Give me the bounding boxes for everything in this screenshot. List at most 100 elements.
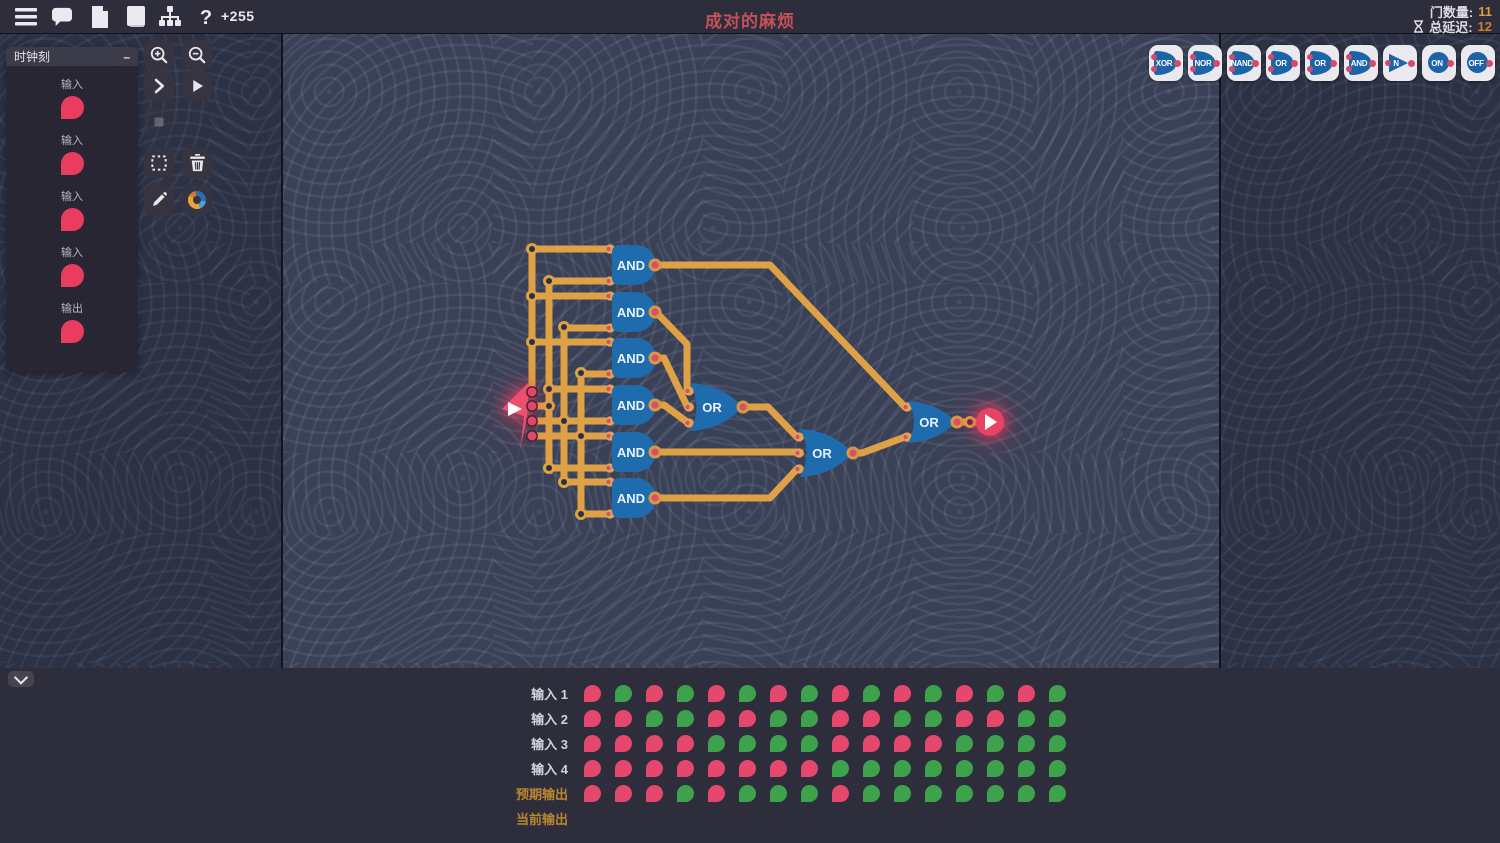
cell-on (801, 685, 818, 702)
cell-off (987, 710, 1004, 727)
cell-off (646, 735, 663, 752)
cell-off (801, 760, 818, 777)
row-cells (584, 685, 1066, 702)
logic-gates[interactable]: ANDANDANDANDANDANDOROROR (612, 245, 956, 518)
cell-on (956, 735, 973, 752)
cell-on (801, 710, 818, 727)
cell-on (1049, 735, 1066, 752)
truth-table-row: 当前输出 (500, 806, 1066, 831)
cell-off (615, 735, 632, 752)
cell-off (832, 685, 849, 702)
gate-label: AND (617, 398, 645, 413)
input-pins[interactable] (527, 387, 537, 441)
cell-off (646, 685, 663, 702)
cell-off (739, 760, 756, 777)
row-cells (584, 735, 1066, 752)
truth-table-row: 输入 3 (500, 731, 1066, 756)
row-label: 当前输出 (500, 809, 568, 828)
chevron-down-icon (14, 671, 28, 685)
wires[interactable] (532, 249, 984, 514)
cell-off (832, 785, 849, 802)
cell-on (894, 785, 911, 802)
gate-label: OR (702, 400, 722, 415)
cell-off (1018, 685, 1035, 702)
truth-table-row: 输入 1 (500, 681, 1066, 706)
cell-off (863, 710, 880, 727)
cell-off (677, 760, 694, 777)
cell-on (801, 735, 818, 752)
cell-off (584, 760, 601, 777)
cell-on (646, 710, 663, 727)
gate-label: OR (812, 446, 832, 461)
cell-on (956, 785, 973, 802)
cell-off (956, 710, 973, 727)
cell-on (863, 785, 880, 802)
cell-on (739, 685, 756, 702)
or-gate-3[interactable]: OR (908, 401, 956, 443)
truth-table-panel: 输入 1 输入 2 输入 3 输入 4预期输出当前输出 (0, 668, 1500, 843)
cell-off (584, 785, 601, 802)
row-label: 输入 3 (500, 734, 568, 753)
cell-on (925, 685, 942, 702)
cell-on (677, 685, 694, 702)
cell-off (615, 785, 632, 802)
cell-on (1049, 785, 1066, 802)
input-component[interactable] (502, 382, 529, 466)
cell-on (770, 785, 787, 802)
cell-off (646, 785, 663, 802)
output-component[interactable] (976, 408, 1004, 436)
cell-on (1049, 710, 1066, 727)
cell-on (677, 710, 694, 727)
cell-off (584, 685, 601, 702)
truth-table-row: 输入 4 (500, 756, 1066, 781)
cell-on (615, 685, 632, 702)
row-label: 输入 1 (500, 684, 568, 703)
cell-off (739, 710, 756, 727)
or-gate-2[interactable]: OR (800, 429, 852, 477)
cell-on (987, 685, 1004, 702)
row-label: 输入 2 (500, 709, 568, 728)
cell-on (956, 760, 973, 777)
cell-off (770, 760, 787, 777)
cell-on (1018, 760, 1035, 777)
cell-on (1018, 785, 1035, 802)
cell-off (863, 735, 880, 752)
gate-label: AND (617, 305, 645, 320)
cell-off (894, 685, 911, 702)
wire-junctions[interactable] (526, 243, 976, 520)
collapse-panel-button[interactable] (8, 671, 34, 687)
cell-on (770, 710, 787, 727)
truth-table-row: 输入 2 (500, 706, 1066, 731)
cell-off (894, 735, 911, 752)
cell-off (925, 735, 942, 752)
gate-label: AND (617, 491, 645, 506)
cell-off (584, 710, 601, 727)
cell-on (1049, 760, 1066, 777)
cell-on (739, 735, 756, 752)
row-cells (584, 710, 1066, 727)
cell-on (863, 760, 880, 777)
cell-off (584, 735, 601, 752)
cell-on (832, 760, 849, 777)
cell-off (708, 710, 725, 727)
cell-off (956, 685, 973, 702)
cell-on (770, 735, 787, 752)
cell-off (708, 760, 725, 777)
cell-on (1049, 685, 1066, 702)
cell-on (925, 785, 942, 802)
cell-on (801, 785, 818, 802)
cell-on (925, 760, 942, 777)
gate-label: OR (919, 415, 939, 430)
cell-off (615, 710, 632, 727)
cell-off (832, 735, 849, 752)
row-cells (584, 785, 1066, 802)
cell-on (739, 785, 756, 802)
cell-on (987, 785, 1004, 802)
cell-on (708, 735, 725, 752)
gate-input-pins[interactable] (605, 244, 912, 518)
truth-table-row: 预期输出 (500, 781, 1066, 806)
or-gate-1[interactable]: OR (690, 383, 742, 431)
cell-off (832, 710, 849, 727)
cell-on (894, 760, 911, 777)
gate-label: AND (617, 258, 645, 273)
